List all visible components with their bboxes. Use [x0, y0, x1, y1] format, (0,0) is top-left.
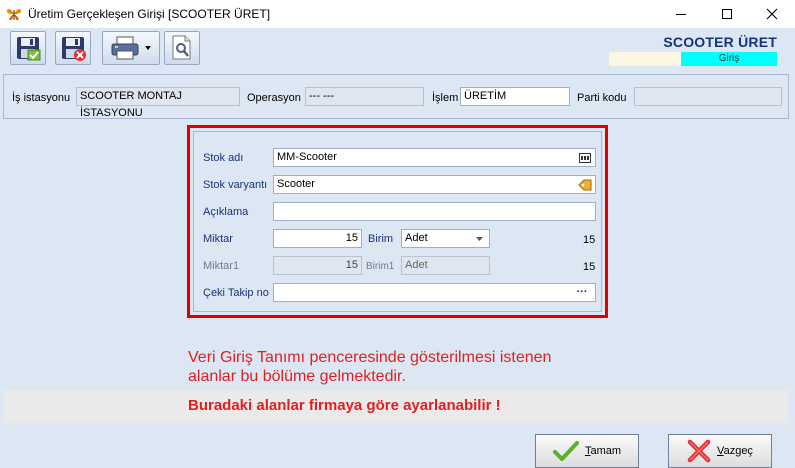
unit1-label: Birim1: [366, 261, 395, 272]
warning-text: Buradaki alanlar firmaya göre ayarlanabi…: [188, 397, 501, 414]
brand-block: SCOOTER ÜRET Giriş: [609, 34, 777, 66]
ok-label-rest: amam: [590, 445, 622, 457]
save-disk-icon: [17, 37, 41, 61]
unit1-field: Adet: [401, 256, 490, 275]
cancel-label-rest: azgeç: [723, 445, 753, 457]
highlighted-form-area: Stok adı MM-Scooter Stok varyantı Scoote…: [187, 125, 608, 318]
maximize-icon: [722, 9, 732, 19]
stock-variant-field[interactable]: Scooter: [273, 175, 596, 194]
unit-label: Birim: [368, 233, 394, 245]
cross-icon: [687, 439, 711, 463]
printer-icon: [111, 36, 139, 60]
chevron-down-icon: [472, 233, 486, 246]
preview-button[interactable]: [164, 31, 200, 65]
quantity1-total: 15: [583, 261, 596, 273]
save-button[interactable]: [10, 31, 46, 65]
info-note: Veri Giriş Tanımı penceresinde gösterilm…: [188, 348, 551, 386]
batch-label: Parti kodu: [577, 92, 627, 104]
ok-button[interactable]: Tamam: [535, 434, 639, 468]
unit-select[interactable]: Adet: [401, 229, 490, 248]
entry-form: Stok adı MM-Scooter Stok varyantı Scoote…: [193, 131, 602, 312]
title-bar: Üretim Gerçekleşen Girişi [SCOOTER ÜRET]: [0, 0, 795, 28]
brand-title: SCOOTER ÜRET: [663, 34, 777, 50]
close-icon: [766, 8, 778, 20]
window-title: Üretim Gerçekleşen Girişi [SCOOTER ÜRET]: [28, 7, 271, 21]
butterfly-app-icon: [6, 6, 22, 22]
checkmark-icon: [552, 441, 579, 461]
minimize-icon: [676, 14, 686, 15]
station-label: İş istasyonu: [12, 92, 71, 104]
minimize-button[interactable]: [658, 0, 704, 28]
quantity-total: 15: [583, 234, 596, 246]
quantity1-field: 15: [273, 256, 362, 275]
cancel-button[interactable]: Vazgeç: [668, 434, 772, 468]
operation-label: Operasyon: [247, 92, 301, 104]
quantity1-label: Miktar1: [203, 260, 240, 272]
process-field[interactable]: ÜRETİM: [460, 87, 570, 106]
stock-name-label: Stok adı: [203, 152, 244, 164]
chevron-down-icon: [145, 46, 151, 50]
ok-label: Tamam: [585, 445, 621, 457]
print-button[interactable]: [102, 31, 160, 65]
save-cancel-icon: [62, 37, 86, 61]
check-tracking-label: Çeki Takip no: [203, 287, 269, 299]
stock-variant-label: Stok varyantı: [203, 179, 268, 191]
check-tracking-field[interactable]: ···: [273, 283, 596, 302]
cancel-label: Vazgeç: [717, 445, 753, 457]
brand-subtitle: Giriş: [681, 52, 777, 66]
header-panel: İş istasyonu SCOOTER MONTAJ İSTASYONU Op…: [3, 74, 789, 119]
quantity-field[interactable]: 15: [273, 229, 362, 248]
brand-bar-left: [609, 52, 681, 66]
description-label: Açıklama: [203, 206, 249, 218]
quantity-label: Miktar: [203, 233, 233, 245]
process-label: İşlem: [432, 92, 459, 104]
batch-field: [634, 87, 782, 106]
operation-field: --- ---: [305, 87, 424, 106]
description-field[interactable]: [273, 202, 596, 221]
document-search-icon: [172, 35, 191, 60]
stock-name-value: MM-Scooter: [277, 151, 337, 163]
info-note-line2: alanlar bu bölüme gelmektedir.: [188, 368, 406, 385]
stock-name-field[interactable]: MM-Scooter: [273, 148, 596, 167]
unit-value: Adet: [405, 232, 428, 244]
brand-bar: Giriş: [609, 52, 777, 66]
stock-variant-value: Scooter: [277, 178, 315, 190]
info-note-line1: Veri Giriş Tanımı penceresinde gösterilm…: [188, 349, 552, 366]
maximize-button[interactable]: [704, 0, 750, 28]
lookup-list-icon[interactable]: [578, 151, 592, 164]
tag-lookup-icon[interactable]: [578, 178, 592, 191]
ellipsis-button[interactable]: ···: [572, 286, 592, 299]
save-and-close-button[interactable]: [55, 31, 91, 65]
station-field: SCOOTER MONTAJ İSTASYONU: [76, 87, 240, 119]
close-button[interactable]: [749, 0, 795, 28]
